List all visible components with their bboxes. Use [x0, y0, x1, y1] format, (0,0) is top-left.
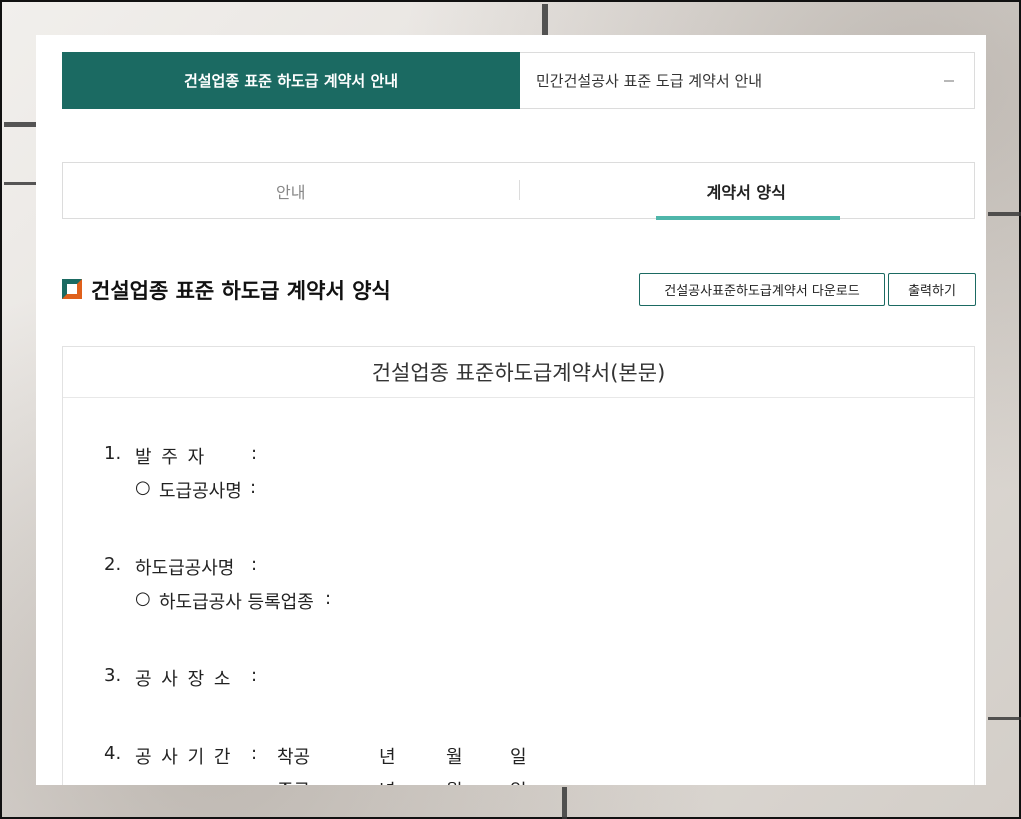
document-title-text: 건설업종 표준하도급계약서(본문)	[371, 361, 666, 385]
category-dropdown[interactable]: 민간건설공사 표준 도급 계약서 안내	[520, 53, 974, 108]
background-line	[562, 787, 567, 819]
period-month: 월	[446, 777, 463, 785]
tab-guide[interactable]: 안내	[63, 163, 519, 218]
sub-colon: :	[325, 588, 332, 609]
minus-icon[interactable]	[944, 80, 954, 82]
item-label: 공 사 장 소	[135, 669, 233, 690]
sub-bullet: ○	[135, 588, 151, 609]
item-number: 4.	[104, 743, 122, 764]
section-title: 건설업종 표준 하도급 계약서 양식	[91, 279, 391, 303]
category-active-label: 건설업종 표준 하도급 계약서 안내	[183, 72, 399, 90]
item-number: 2.	[104, 554, 122, 575]
period-year: 년	[379, 747, 396, 768]
sub-colon: :	[250, 477, 257, 498]
period-month: 월	[446, 747, 463, 768]
background-line	[4, 122, 38, 127]
tab-contract-form[interactable]: 계약서 양식	[519, 163, 975, 218]
download-button[interactable]: 건설공사표준하도급계약서 다운로드	[639, 273, 885, 306]
sub-label: 하도급공사 등록업종	[159, 592, 314, 613]
item-label: 발 주 자	[135, 447, 207, 468]
item-label: 하도급공사명	[135, 558, 235, 579]
background-line	[542, 4, 548, 38]
item-number: 1.	[104, 443, 122, 464]
item-label: 공 사 기 간	[135, 747, 233, 768]
background-line	[4, 182, 38, 185]
category-bar: 건설업종 표준 하도급 계약서 안내 민간건설공사 표준 도급 계약서 안내	[62, 52, 975, 109]
period-start-label: 착공	[277, 747, 311, 768]
content-panel: 건설업종 표준 하도급 계약서 안내 민간건설공사 표준 도급 계약서 안내 안…	[36, 35, 986, 785]
tab-contract-form-label: 계약서 양식	[706, 182, 786, 202]
item-colon: :	[251, 554, 258, 575]
sub-bullet: ○	[135, 477, 151, 498]
active-tab-indicator	[656, 216, 840, 220]
period-end-label: 준공	[277, 777, 310, 785]
category-active[interactable]: 건설업종 표준 하도급 계약서 안내	[62, 52, 520, 109]
tab-guide-label: 안내	[276, 182, 306, 202]
print-button[interactable]: 출력하기	[888, 273, 976, 306]
sub-label: 도급공사명	[159, 481, 242, 502]
period-day: 일	[510, 777, 527, 785]
section-square-icon	[62, 279, 82, 299]
item-colon: :	[251, 443, 258, 464]
item-colon: :	[251, 665, 258, 686]
period-day: 일	[510, 747, 527, 768]
item-colon: :	[251, 743, 258, 764]
background-line	[988, 212, 1021, 216]
period-year: 년	[379, 777, 396, 785]
document-title: 건설업종 표준하도급계약서(본문)	[63, 347, 974, 398]
item-number: 3.	[104, 665, 122, 686]
background-line	[988, 717, 1021, 720]
tab-bar: 안내 계약서 양식	[62, 162, 975, 219]
category-other-label: 민간건설공사 표준 도급 계약서 안내	[536, 72, 763, 90]
document-box: 건설업종 표준하도급계약서(본문) 1. 발 주 자 : ○ 도급공사명 : 2…	[62, 346, 975, 785]
